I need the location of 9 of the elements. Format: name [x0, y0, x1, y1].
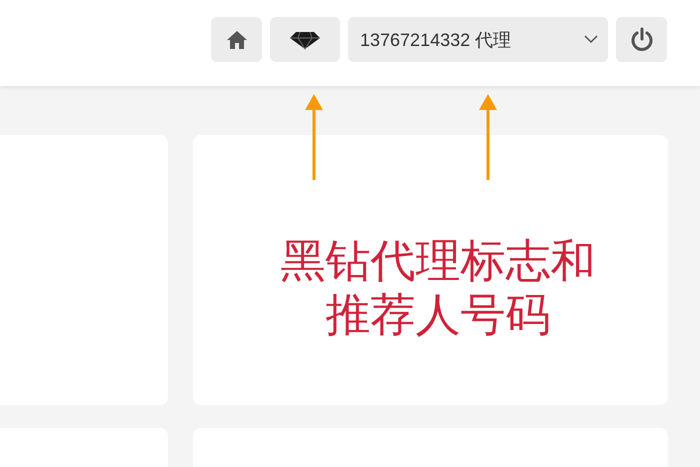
- power-icon: [628, 26, 654, 52]
- annotation-text: 黑钻代理标志和推荐人号码: [280, 234, 596, 342]
- diamond-button[interactable]: [270, 17, 340, 62]
- home-icon: [226, 30, 248, 50]
- logout-button[interactable]: [616, 17, 667, 62]
- chevron-down-icon: [584, 35, 598, 44]
- account-dropdown[interactable]: 13767214332 代理: [348, 17, 608, 62]
- home-button[interactable]: [211, 17, 262, 62]
- diamond-icon: [289, 30, 321, 50]
